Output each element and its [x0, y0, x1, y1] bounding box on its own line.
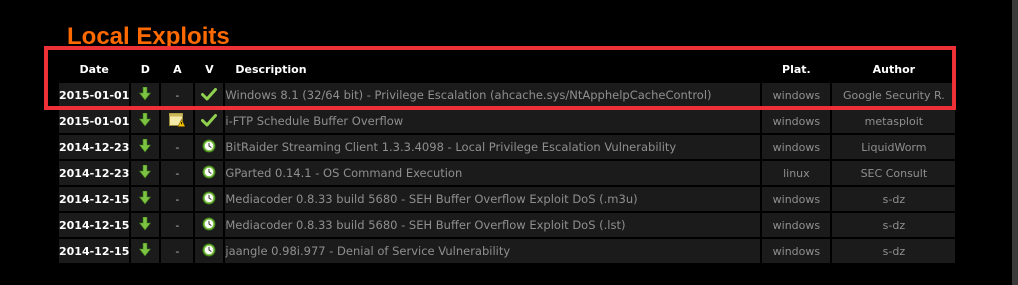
author-link[interactable]: metasploit	[832, 109, 956, 133]
verified-cell	[195, 109, 224, 133]
column-header-download[interactable]: D	[131, 57, 160, 81]
table-row[interactable]: 2015-01-01 i-FTP Schedule Buffer Overflo…	[59, 109, 956, 133]
table-row[interactable]: 2015-01-01 - Windows 8.1 (32/64 bit) - P…	[59, 83, 956, 107]
author-link[interactable]: s-dz	[832, 213, 956, 237]
table-row[interactable]: 2014-12-15 - jaangle 0.98i.977 - Denial …	[59, 239, 956, 263]
download-arrow-icon[interactable]	[139, 242, 152, 260]
download-cell[interactable]	[131, 109, 160, 133]
app-placeholder: -	[175, 88, 180, 102]
clock-icon	[202, 165, 216, 182]
download-cell[interactable]	[131, 135, 160, 159]
description-link[interactable]: jaangle 0.98i.977 - Denial of Service Vu…	[225, 239, 761, 263]
app-placeholder: -	[175, 166, 180, 180]
description-link[interactable]: Mediacoder 0.8.33 build 5680 - SEH Buffe…	[225, 187, 761, 211]
platform-link[interactable]: windows	[762, 187, 831, 211]
verified-cell	[195, 83, 224, 107]
column-header-verified[interactable]: V	[195, 57, 224, 81]
clock-icon	[202, 191, 216, 208]
app-cell: -	[161, 239, 194, 263]
date-cell: 2014-12-15	[59, 213, 130, 237]
exploits-table: Date D A V Description Plat. Author 2015…	[57, 55, 957, 265]
download-cell[interactable]	[131, 161, 160, 185]
verified-cell	[195, 213, 224, 237]
download-arrow-icon[interactable]	[139, 112, 152, 130]
verified-cell	[195, 161, 224, 185]
app-cell: -	[161, 161, 194, 185]
scrollbar-edge	[1012, 0, 1018, 285]
download-cell[interactable]	[131, 187, 160, 211]
download-arrow-icon[interactable]	[139, 138, 152, 156]
table-row[interactable]: 2014-12-15 - Mediacoder 0.8.33 build 568…	[59, 187, 956, 211]
verified-cell	[195, 239, 224, 263]
column-header-date[interactable]: Date	[59, 57, 130, 81]
app-cell: -	[161, 83, 194, 107]
description-link[interactable]: Mediacoder 0.8.33 build 5680 - SEH Buffe…	[225, 213, 761, 237]
table-header-row: Date D A V Description Plat. Author	[59, 57, 956, 81]
platform-link[interactable]: windows	[762, 135, 831, 159]
column-header-author[interactable]: Author	[832, 57, 956, 81]
author-link[interactable]: LiquidWorm	[832, 135, 956, 159]
date-cell: 2015-01-01	[59, 109, 130, 133]
download-cell[interactable]	[131, 239, 160, 263]
page-title: Local Exploits	[67, 23, 230, 50]
platform-link[interactable]: windows	[762, 109, 831, 133]
download-arrow-icon[interactable]	[139, 86, 152, 104]
column-header-description[interactable]: Description	[225, 57, 761, 81]
platform-link[interactable]: windows	[762, 83, 831, 107]
download-arrow-icon[interactable]	[139, 164, 152, 182]
author-link[interactable]: s-dz	[832, 239, 956, 263]
verified-cell	[195, 187, 224, 211]
check-icon	[201, 87, 218, 104]
author-link[interactable]: s-dz	[832, 187, 956, 211]
table-row[interactable]: 2014-12-23 - BitRaider Streaming Client …	[59, 135, 956, 159]
table-row[interactable]: 2014-12-15 - Mediacoder 0.8.33 build 568…	[59, 213, 956, 237]
platform-link[interactable]: windows	[762, 239, 831, 263]
app-cell: -	[161, 135, 194, 159]
platform-link[interactable]: linux	[762, 161, 831, 185]
column-header-platform[interactable]: Plat.	[762, 57, 831, 81]
date-cell: 2014-12-23	[59, 135, 130, 159]
clock-icon	[202, 217, 216, 234]
clock-icon	[202, 243, 216, 260]
app-placeholder: -	[175, 218, 180, 232]
download-cell[interactable]	[131, 83, 160, 107]
download-cell[interactable]	[131, 213, 160, 237]
description-link[interactable]: i-FTP Schedule Buffer Overflow	[225, 109, 761, 133]
download-arrow-icon[interactable]	[139, 216, 152, 234]
app-placeholder: -	[175, 140, 180, 154]
app-icon[interactable]	[169, 112, 186, 130]
date-cell: 2014-12-15	[59, 187, 130, 211]
table-row[interactable]: 2014-12-23 - GParted 0.14.1 - OS Command…	[59, 161, 956, 185]
app-cell: -	[161, 213, 194, 237]
column-header-app[interactable]: A	[161, 57, 194, 81]
app-placeholder: -	[175, 244, 180, 258]
description-link[interactable]: GParted 0.14.1 - OS Command Execution	[225, 161, 761, 185]
clock-icon	[202, 139, 216, 156]
description-link[interactable]: Windows 8.1 (32/64 bit) - Privilege Esca…	[225, 83, 761, 107]
app-placeholder: -	[175, 192, 180, 206]
app-cell: -	[161, 187, 194, 211]
download-arrow-icon[interactable]	[139, 190, 152, 208]
date-cell: 2014-12-15	[59, 239, 130, 263]
date-cell: 2014-12-23	[59, 161, 130, 185]
platform-link[interactable]: windows	[762, 213, 831, 237]
author-link[interactable]: SEC Consult	[832, 161, 956, 185]
check-icon	[201, 113, 218, 130]
date-cell: 2015-01-01	[59, 83, 130, 107]
verified-cell	[195, 135, 224, 159]
description-link[interactable]: BitRaider Streaming Client 1.3.3.4098 - …	[225, 135, 761, 159]
app-cell	[161, 109, 194, 133]
author-link[interactable]: Google Security R.	[832, 83, 956, 107]
